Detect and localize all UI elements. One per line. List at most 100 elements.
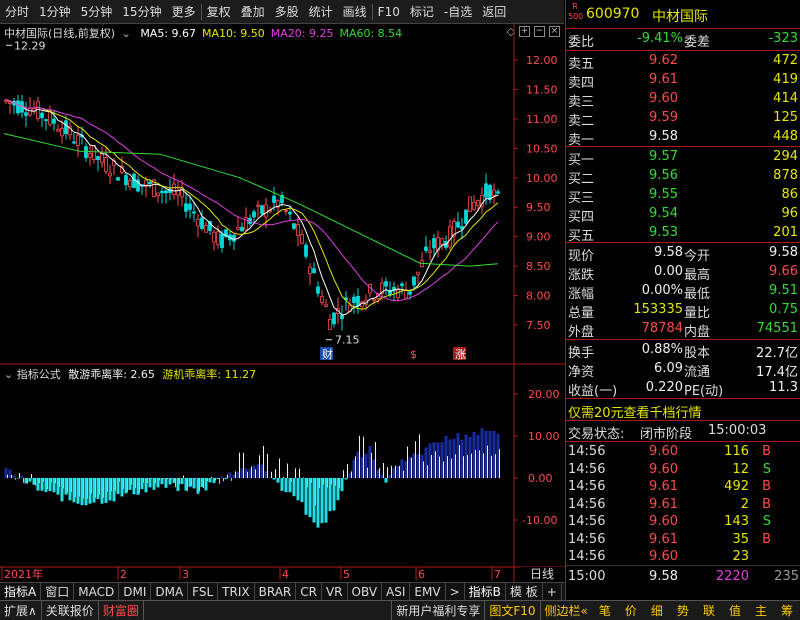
tick-side: B [762,479,771,494]
indicator-settings-icon[interactable]: ⌄ [4,368,13,381]
tab-12[interactable]: EMV [410,582,446,601]
toolbar-button-6[interactable]: 叠加 [236,0,270,24]
toolbar-button-0[interactable]: 分时 [0,0,34,24]
tab-4[interactable]: DMA [151,582,189,601]
promo-row[interactable]: 仅需20元查看千档行情 [566,401,800,421]
status-tool-4[interactable]: 联 [696,601,722,620]
toolbar-button-1[interactable]: 1分钟 [34,0,76,24]
status-left-2[interactable]: 财富圈 [99,600,144,620]
candle-body [240,226,244,232]
candle-body [24,112,28,116]
indicator-bar-a [296,478,300,501]
toolbar-button-3[interactable]: 15分钟 [117,0,166,24]
status-right-1[interactable]: 图文F10 [484,600,539,620]
candle-body [476,200,480,206]
tick-time: 14:56 [568,496,606,512]
tab-1[interactable]: 窗口 [41,582,75,601]
tick-vol: 12 [732,461,749,477]
tab-13[interactable]: > [446,582,465,601]
x-tick-label: 2021年 [4,567,43,581]
tab-2[interactable]: MACD [74,582,120,601]
toolbar-button-11[interactable]: 标记 [405,0,439,24]
candle-body [288,211,292,215]
event-marker[interactable]: 财 [322,347,333,361]
tab-15[interactable]: 模 板 [506,582,543,601]
tick-row-2: 14:56 9.61 492 B [566,478,800,497]
ma20-line [5,99,499,302]
toolbar-button-8[interactable]: 统计 [304,0,338,24]
tick-vol: 2 [740,496,749,512]
status-tool-6[interactable]: 主 [748,601,774,620]
candle-body [64,120,68,135]
toolbar-button-5[interactable]: 复权 [202,0,236,24]
ask-row-1: 卖四 9.61 419 [566,71,800,91]
tab-11[interactable]: ASI [382,582,411,601]
tab-14[interactable]: 指标B [465,582,506,601]
indicator-name: 指标公式 [16,368,61,381]
status-tool-1[interactable]: 价 [618,601,644,620]
tab-16[interactable]: + [543,582,562,601]
tab-5[interactable]: FSL [188,582,219,601]
candle-body [116,177,120,181]
candle-body [428,250,432,253]
candle-body [124,175,128,186]
candle-body [448,226,452,248]
x-tick-label: 2 [120,568,127,581]
promo-text[interactable]: 仅需20元查看千档行情 [568,402,702,421]
status-tool-5[interactable]: 值 [722,601,748,620]
status-right-0[interactable]: 新用户福利专享 [391,600,484,620]
status-left-0[interactable]: 扩展∧ [0,600,42,620]
bid-row-4-price: 9.53 [649,225,678,240]
bid-row-2: 买三 9.55 86 [566,186,800,206]
stat2-label-a: 换手 [568,346,595,361]
event-marker[interactable]: 涨 [455,348,466,361]
stat2-value-b: 22.7亿 [756,346,798,361]
indicator-bar-a [224,478,228,480]
status-left-1[interactable]: 关联报价 [42,600,99,620]
toolbar-button-13[interactable]: 返回 [477,0,511,24]
toolbar-button-2[interactable]: 5分钟 [76,0,118,24]
candle-body [340,314,344,320]
tab-7[interactable]: BRAR [255,582,297,601]
toolbar-button-10[interactable]: F10 [373,0,405,24]
ask-row-4-vol: 448 [773,129,798,144]
toolbar-button-7[interactable]: 多股 [270,0,304,24]
status-bar: 扩展∧ 关联报价 财富圈 新用户福利专享 图文F10 侧边栏« 笔价细势联值主筹 [0,600,800,620]
indicator-line2: 游机乖离率: 11.27 [162,368,257,381]
tab-3[interactable]: DMI [119,582,152,601]
bid-row-1-price: 9.56 [649,168,678,183]
bid-row-0-price: 9.57 [649,149,678,164]
stat2-label-b: 股本 [684,346,711,361]
price-tick-label: 8.00 [526,290,551,303]
tab-8[interactable]: CR [296,582,322,601]
bid-row-3-label: 买四 [568,210,595,225]
indicator-bar-a [340,478,344,492]
tab-0[interactable]: 指标A [0,582,42,601]
candle-body [216,231,220,245]
status-right-2[interactable]: 侧边栏« [539,600,592,620]
x-tick-label: 5 [343,568,350,581]
tab-6[interactable]: TRIX [218,582,255,601]
toolbar-button-4[interactable]: 更多 [167,0,201,24]
status-tool-3[interactable]: 势 [670,601,696,620]
period-label[interactable]: 日线 [520,567,564,582]
status-tool-2[interactable]: 细 [644,601,670,620]
bid-row-2-label: 买三 [568,191,595,206]
candle-body [312,268,316,274]
price-tick-label: 11.00 [526,113,558,126]
candle-body [148,181,152,185]
indicator-bar-a [292,478,296,497]
toolbar-button-12[interactable]: -自选 [439,0,477,24]
price-tick-label: 10.50 [526,142,558,155]
price-chart[interactable]: 12.00 11.50 11.00 10.50 10.00 9.50 9.00 8.50 8.0… [0,24,565,582]
stat-label-a: 涨幅 [568,287,595,302]
quote-panel: R 500 600970 中材国际 委比 -9.41% 委差 -323 卖五 9.… [565,0,800,600]
tab-9[interactable]: VR [322,582,348,601]
ask-row-2-vol: 414 [773,91,798,106]
toolbar-button-9[interactable]: 画线 [338,0,372,24]
candle-body [16,100,20,114]
tab-10[interactable]: OBV [348,582,383,601]
event-marker[interactable]: $ [410,348,417,361]
status-tool-7[interactable]: 筹 [774,601,800,620]
status-tool-0[interactable]: 笔 [592,601,618,620]
